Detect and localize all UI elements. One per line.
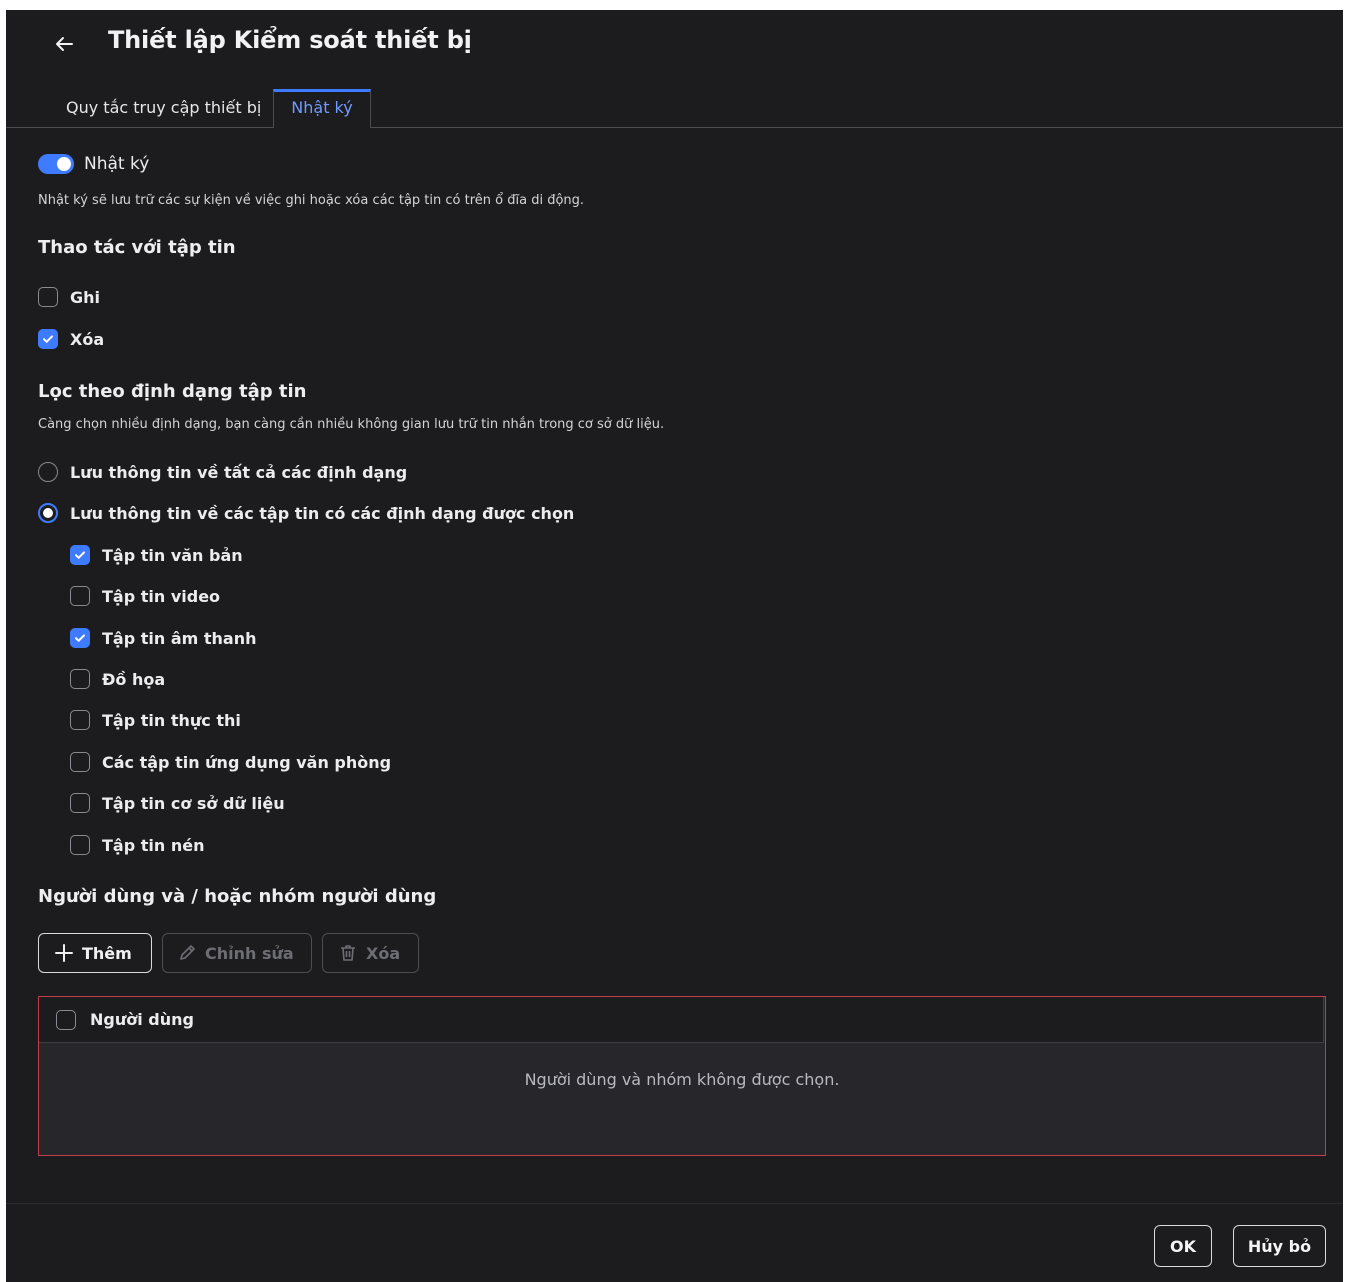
checkbox-database-files[interactable]	[70, 793, 90, 813]
select-all-checkbox[interactable]	[56, 1010, 76, 1030]
back-button[interactable]	[50, 32, 78, 60]
checkbox-executables-label: Tập tin thực thi	[102, 711, 241, 730]
users-title: Người dùng và / hoặc nhóm người dùng	[38, 886, 437, 907]
checkbox-graphics[interactable]	[70, 669, 90, 689]
edit-button[interactable]: Chỉnh sửa	[162, 933, 312, 973]
radio-selected-formats[interactable]	[38, 503, 58, 523]
settings-dialog: Thiết lập Kiểm soát thiết bị Quy tắc tru…	[6, 10, 1343, 1282]
tab-access-rules[interactable]: Quy tắc truy cập thiết bị	[66, 90, 261, 127]
add-button[interactable]: Thêm	[38, 933, 152, 973]
checkbox-office-files-label: Các tập tin ứng dụng văn phòng	[102, 753, 392, 772]
checkbox-delete[interactable]	[38, 329, 58, 349]
log-description: Nhật ký sẽ lưu trữ các sự kiện về việc g…	[38, 193, 585, 208]
checkbox-archives[interactable]	[70, 835, 90, 855]
format-filter-title: Lọc theo định dạng tập tin	[38, 381, 307, 402]
check-icon	[43, 335, 53, 343]
checkbox-delete-label: Xóa	[70, 330, 105, 349]
table-header: Người dùng	[39, 997, 1324, 1043]
edit-button-label: Chỉnh sửa	[205, 943, 294, 963]
checkbox-graphics-label: Đồ họa	[102, 670, 166, 689]
checkbox-audio-files-label: Tập tin âm thanh	[102, 629, 257, 648]
checkbox-text-files-label: Tập tin văn bản	[102, 546, 243, 565]
log-toggle[interactable]	[38, 154, 74, 174]
checkbox-write-label: Ghi	[70, 288, 101, 307]
checkbox-video-files[interactable]	[70, 586, 90, 606]
checkbox-executables[interactable]	[70, 710, 90, 730]
check-icon	[75, 634, 85, 642]
checkbox-text-files[interactable]	[70, 545, 90, 565]
plus-icon	[54, 943, 82, 963]
format-filter-description: Càng chọn nhiều định dạng, bạn càng cần …	[38, 417, 665, 432]
add-button-label: Thêm	[82, 943, 132, 963]
cancel-button[interactable]: Hủy bỏ	[1233, 1225, 1326, 1267]
tab-bar: Quy tắc truy cập thiết bị Nhật ký	[6, 89, 1343, 128]
tab-log[interactable]: Nhật ký	[273, 89, 371, 128]
pencil-icon	[177, 943, 205, 963]
delete-button-label: Xóa	[366, 943, 401, 963]
arrow-left-icon	[52, 32, 76, 60]
checkbox-audio-files[interactable]	[70, 628, 90, 648]
check-icon	[75, 551, 85, 559]
radio-selected-formats-label: Lưu thông tin về các tập tin có các định…	[70, 504, 575, 523]
delete-button[interactable]: Xóa	[322, 933, 419, 973]
empty-table-message: Người dùng và nhóm không được chọn.	[524, 1070, 840, 1089]
dialog-footer: OK Hủy bỏ	[6, 1203, 1343, 1282]
page-title: Thiết lập Kiểm soát thiết bị	[108, 26, 472, 54]
radio-all-formats[interactable]	[38, 462, 58, 482]
checkbox-video-files-label: Tập tin video	[102, 587, 221, 606]
checkbox-database-files-label: Tập tin cơ sở dữ liệu	[102, 794, 285, 813]
ok-button[interactable]: OK	[1154, 1225, 1212, 1267]
checkbox-archives-label: Tập tin nén	[102, 836, 205, 855]
log-toggle-label: Nhật ký	[84, 154, 150, 174]
column-header-user[interactable]: Người dùng	[90, 1010, 194, 1029]
checkbox-office-files[interactable]	[70, 752, 90, 772]
file-ops-title: Thao tác với tập tin	[38, 237, 236, 258]
users-table: Người dùng Người dùng và nhóm không được…	[38, 996, 1326, 1156]
trash-icon	[338, 943, 366, 963]
checkbox-write[interactable]	[38, 287, 58, 307]
radio-all-formats-label: Lưu thông tin về tất cả các định dạng	[70, 463, 408, 482]
